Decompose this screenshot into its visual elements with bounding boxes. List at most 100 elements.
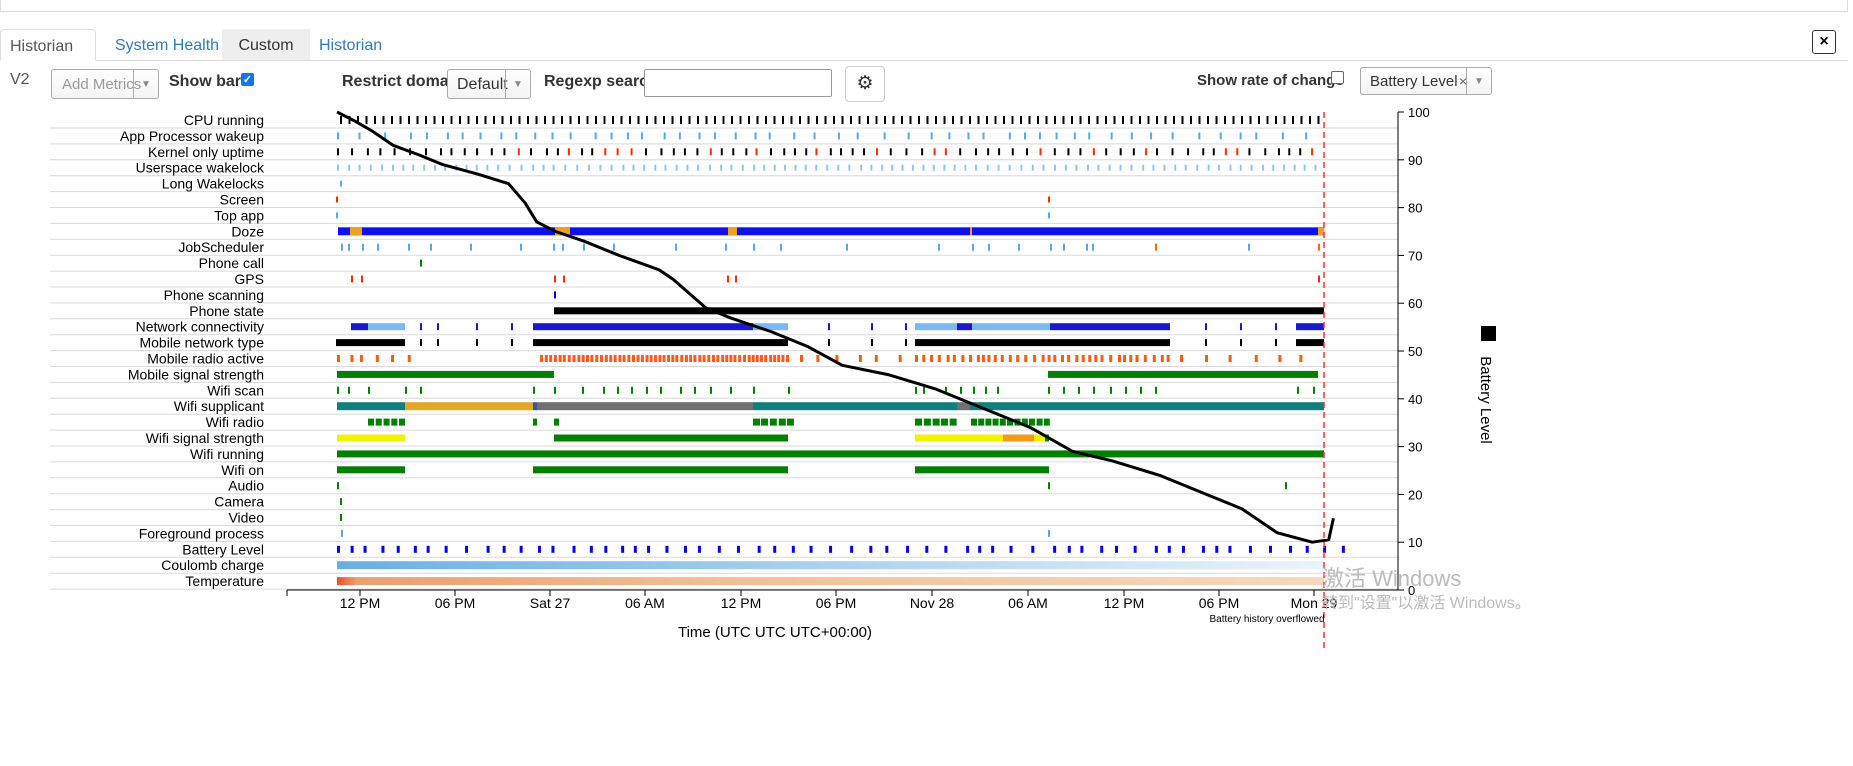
userspace-wakelock-mark — [576, 164, 579, 171]
app-wakeup-mark — [856, 132, 859, 140]
radio-active-mark — [858, 355, 862, 362]
battery-level-mark — [413, 545, 417, 553]
wifi-radio-mark — [368, 418, 374, 426]
wifi-scan-mark — [337, 386, 339, 394]
top-app-mark — [1048, 212, 1050, 219]
wifi-scan-mark — [603, 386, 605, 394]
row-label: Top app — [214, 207, 264, 223]
kernel-uptime-mark — [683, 148, 686, 156]
jobscheduler-mark — [988, 243, 990, 251]
kernel-uptime-mark — [975, 148, 978, 156]
radio-active-mark — [1016, 355, 1020, 362]
y2-tick-label: 60 — [1408, 296, 1422, 311]
radio-active-mark — [567, 355, 571, 362]
kernel-uptime-mark — [567, 148, 570, 156]
radio-active-mark — [585, 355, 589, 362]
radio-active-mark — [961, 355, 965, 362]
cpu-running-mark — [365, 116, 368, 124]
app-wakeup-mark — [1255, 132, 1258, 140]
row-label: JobScheduler — [178, 239, 264, 255]
userspace-wakelock-mark — [1229, 164, 1232, 171]
network-mark — [1275, 323, 1277, 331]
kernel-uptime-mark — [591, 148, 594, 156]
radio-active-mark — [800, 355, 803, 362]
battery-level-mark — [1305, 545, 1309, 553]
jobscheduler-mark — [1050, 243, 1052, 251]
radio-active-mark — [1094, 355, 1098, 362]
userspace-wakelock-mark — [610, 164, 613, 171]
row-label: App Processor wakeup — [120, 128, 264, 144]
userspace-wakelock-mark — [708, 164, 711, 171]
kernel-uptime-mark — [793, 148, 796, 156]
kernel-uptime-mark — [645, 148, 648, 156]
cpu-running-mark — [450, 116, 453, 124]
userspace-wakelock-mark — [870, 164, 873, 171]
app-wakeup-mark — [551, 132, 554, 140]
screen-mark — [1048, 196, 1050, 203]
watermark-line2: 转到"设置"以激活 Windows。 — [1322, 595, 1531, 612]
kernel-uptime-mark — [1132, 148, 1135, 156]
cpu-running-mark — [442, 116, 444, 124]
wifi-scan-mark — [533, 386, 535, 394]
radio-active-mark — [1205, 355, 1209, 362]
battery-level-mark — [1053, 545, 1057, 553]
cpu-running-mark — [1062, 116, 1065, 124]
mobile-network-mark — [476, 339, 478, 347]
audio-mark — [337, 482, 339, 490]
radio-active-mark — [721, 355, 725, 362]
mobile-network-mark — [420, 339, 422, 347]
battery-level-mark — [791, 545, 795, 553]
battery-level-mark — [350, 545, 354, 553]
wifi-radio-mark — [915, 418, 922, 426]
y2-tick-label: 20 — [1408, 487, 1422, 502]
row-label: Battery Level — [182, 541, 264, 557]
wifi-supplicant-bar — [405, 402, 533, 411]
radio-active-mark — [738, 355, 742, 362]
app-wakeup-mark — [813, 132, 816, 140]
radio-active-mark — [952, 355, 956, 362]
battery-level-mark — [1215, 545, 1219, 553]
app-wakeup-mark — [714, 132, 717, 140]
mobile-network-mark — [828, 339, 830, 347]
app-wakeup-mark — [626, 132, 629, 140]
radio-active-mark — [645, 355, 649, 362]
gps-mark — [361, 275, 363, 283]
battery-level-mark — [906, 545, 910, 553]
userspace-wakelock-mark — [1053, 164, 1056, 171]
wifi-radio-mark — [949, 418, 957, 426]
cpu-running-mark — [1198, 116, 1201, 124]
userspace-wakelock-mark — [794, 164, 797, 171]
radio-active-mark — [1135, 355, 1139, 362]
userspace-wakelock-mark — [881, 164, 884, 171]
cpu-running-mark — [824, 116, 827, 124]
cpu-running-mark — [374, 116, 376, 124]
cpu-running-mark — [960, 116, 963, 124]
network-bar — [368, 323, 405, 331]
network-mark — [1240, 323, 1242, 331]
kernel-uptime-mark — [503, 148, 506, 156]
overflow-note: Battery history overflowed — [1209, 614, 1324, 625]
kernel-uptime-mark — [839, 148, 842, 156]
jobscheduler-mark — [583, 243, 585, 251]
kernel-uptime-mark — [1224, 148, 1227, 156]
radio-active-mark — [636, 355, 640, 362]
jobscheduler-mark — [562, 243, 564, 251]
wifi-radio-mark — [778, 418, 786, 426]
userspace-wakelock-mark — [753, 164, 756, 171]
mobile-network-mark — [871, 339, 873, 347]
radio-active-mark — [1278, 355, 1282, 362]
y2-tick-label: 10 — [1408, 535, 1422, 550]
kernel-uptime-mark — [463, 148, 466, 156]
kernel-uptime-mark — [1067, 148, 1070, 156]
battery-level-mark — [396, 545, 400, 553]
kernel-uptime-mark — [863, 148, 866, 156]
cpu-running-mark — [1224, 116, 1226, 124]
battery-level-mark — [1269, 545, 1273, 553]
cpu-running-mark — [1317, 116, 1320, 124]
kernel-uptime-mark — [393, 148, 396, 156]
cpu-running-mark — [918, 116, 920, 124]
app-wakeup-mark — [1305, 132, 1308, 140]
userspace-wakelock-mark — [1239, 164, 1242, 171]
battery-level-mark — [363, 545, 367, 553]
kernel-uptime-mark — [696, 148, 699, 156]
